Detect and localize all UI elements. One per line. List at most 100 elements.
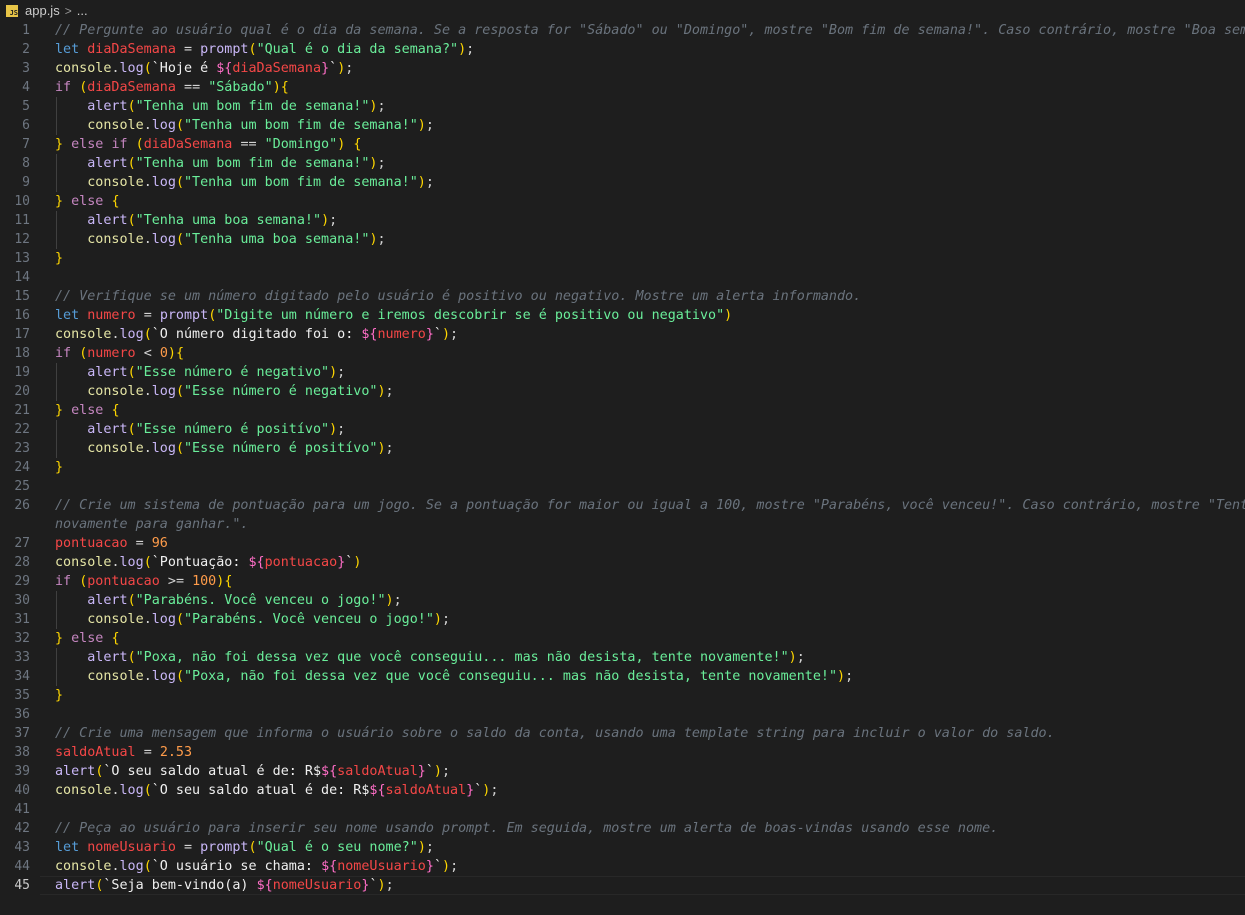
code-line[interactable]: 1 // Pergunte ao usuário qual é o dia da … [0,21,1245,40]
code-text[interactable]: // Peça ao usuário para inserir seu nome… [55,819,998,838]
code-line[interactable]: 16 let numero = prompt("Digite um número … [0,306,1245,325]
code-line[interactable]: 18 if (numero < 0){ [0,344,1245,363]
code-line[interactable]: 6 console.log("Tenha um bom fim de seman… [0,116,1245,135]
line-number: 4 [22,80,30,95]
code-line[interactable]: 23 console.log("Esse número é positívo")… [0,439,1245,458]
code-text[interactable]: alert("Tenha um bom fim de semana!"); [55,154,385,173]
code-line[interactable]: 19 alert("Esse número é negativo"); [0,363,1245,382]
code-text[interactable]: console.log(`Pontuação: ${pontuacao}`) [55,553,361,572]
code-text[interactable]: } else if (diaDaSemana == "Domingo") { [55,135,361,154]
code-text[interactable]: alert("Esse número é positívo"); [55,420,345,439]
code-line[interactable]: novamente para ganhar.". [0,515,1245,534]
code-line[interactable]: 3 console.log(`Hoje é ${diaDaSemana}`); [0,59,1245,78]
code-text[interactable]: saldoAtual = 2.53 [55,743,192,762]
code-line[interactable]: 37 // Crie uma mensagem que informa o usu… [0,724,1245,743]
code-line[interactable]: 8 alert("Tenha um bom fim de semana!"); [0,154,1245,173]
code-text[interactable]: if (pontuacao >= 100){ [55,572,232,591]
code-line[interactable]: 24} [0,458,1245,477]
code-text[interactable]: // Verifique se um número digitado pelo … [55,287,861,306]
code-line[interactable]: 33 alert("Poxa, não foi dessa vez que vo… [0,648,1245,667]
code-text[interactable]: let nomeUsuario = prompt("Qual é o seu n… [55,838,434,857]
code-text[interactable]: alert(`Seja bem-vindo(a) ${nomeUsuario}`… [55,876,394,895]
line-number: 14 [14,270,30,285]
code-text[interactable]: } [55,458,63,477]
code-line[interactable]: 45 alert(`Seja bem-vindo(a) ${nomeUsuario… [0,876,1245,895]
code-line[interactable]: 39 alert(`O seu saldo atual é de: R$${sal… [0,762,1245,781]
code-text[interactable]: console.log("Esse número é negativo"); [55,382,393,401]
code-text[interactable]: let diaDaSemana = prompt("Qual é o dia d… [55,40,474,59]
code-text[interactable]: } [55,249,63,268]
code-text[interactable]: console.log("Esse número é positívo"); [55,439,393,458]
code-text[interactable]: console.log("Parabéns. Você venceu o jog… [55,610,450,629]
code-line[interactable]: 30 alert("Parabéns. Você venceu o jogo!"… [0,591,1245,610]
line-number: 20 [14,384,30,399]
code-line[interactable]: 32} else { [0,629,1245,648]
code-line[interactable]: 28 console.log(`Pontuação: ${pontuacao}`) [0,553,1245,572]
code-line[interactable]: 27 pontuacao = 96 [0,534,1245,553]
code-line[interactable]: 29 if (pontuacao >= 100){ [0,572,1245,591]
code-text[interactable]: pontuacao = 96 [55,534,168,553]
code-text[interactable]: console.log("Tenha um bom fim de semana!… [55,116,434,135]
code-text[interactable]: let numero = prompt("Digite um número e … [55,306,732,325]
line-number: 15 [14,289,30,304]
code-line[interactable]: 44 console.log(`O usuário se chama: ${nom… [0,857,1245,876]
code-line[interactable]: 17 console.log(`O número digitado foi o: … [0,325,1245,344]
code-text[interactable]: // Pergunte ao usuário qual é o dia da s… [55,21,1245,40]
code-text[interactable]: alert(`O seu saldo atual é de: R$${saldo… [55,762,450,781]
code-line[interactable]: 26 // Crie um sistema de pontuação para u… [0,496,1245,515]
code-line[interactable]: 4 if (diaDaSemana == "Sábado"){ [0,78,1245,97]
code-line[interactable]: 20 console.log("Esse número é negativo")… [0,382,1245,401]
code-text[interactable]: if (diaDaSemana == "Sábado"){ [55,78,289,97]
code-line[interactable]: 15 // Verifique se um número digitado pel… [0,287,1245,306]
code-line[interactable]: 5 alert("Tenha um bom fim de semana!"); [0,97,1245,116]
code-text[interactable]: } else { [55,401,120,420]
code-text[interactable]: console.log(`O seu saldo atual é de: R$$… [55,781,498,800]
code-text[interactable]: console.log(`O usuário se chama: ${nomeU… [55,857,458,876]
code-text[interactable]: console.log("Tenha uma boa semana!"); [55,230,385,249]
code-text[interactable]: if (numero < 0){ [55,344,184,363]
code-line[interactable]: 43 let nomeUsuario = prompt("Qual é o seu… [0,838,1245,857]
code-text[interactable]: alert("Esse número é negativo"); [55,363,345,382]
code-line[interactable]: 10} else { [0,192,1245,211]
line-number: 8 [22,156,30,171]
code-line[interactable]: 2 let diaDaSemana = prompt("Qual é o dia … [0,40,1245,59]
code-text[interactable]: console.log(`O número digitado foi o: ${… [55,325,458,344]
javascript-file-icon: JS [6,4,18,17]
code-text[interactable]: console.log("Poxa, não foi dessa vez que… [55,667,853,686]
code-line[interactable]: 13} [0,249,1245,268]
code-line[interactable]: 34 console.log("Poxa, não foi dessa vez … [0,667,1245,686]
code-line[interactable]: 11 alert("Tenha uma boa semana!"); [0,211,1245,230]
breadcrumb-file[interactable]: app.js [25,3,60,18]
code-text[interactable]: alert("Tenha uma boa semana!"); [55,211,337,230]
line-number: 33 [14,650,30,665]
code-line[interactable]: 31 console.log("Parabéns. Você venceu o … [0,610,1245,629]
code-text[interactable]: novamente para ganhar.". [55,515,248,534]
code-text[interactable]: alert("Poxa, não foi dessa vez que você … [55,648,805,667]
code-line[interactable]: 7} else if (diaDaSemana == "Domingo") { [0,135,1245,154]
code-line[interactable]: 36 [0,705,1245,724]
code-line[interactable]: 35} [0,686,1245,705]
code-editor[interactable]: 1 // Pergunte ao usuário qual é o dia da … [0,21,1245,915]
code-text[interactable]: alert("Tenha um bom fim de semana!"); [55,97,385,116]
breadcrumb-more[interactable]: ... [77,3,88,18]
code-text[interactable]: console.log(`Hoje é ${diaDaSemana}`); [55,59,353,78]
code-line[interactable]: 41 [0,800,1245,819]
code-line[interactable]: 25 [0,477,1245,496]
code-text[interactable]: } else { [55,629,120,648]
line-number: 22 [14,422,30,437]
code-line[interactable]: 9 console.log("Tenha um bom fim de seman… [0,173,1245,192]
code-text[interactable]: } [55,686,63,705]
code-text[interactable]: console.log("Tenha um bom fim de semana!… [55,173,434,192]
code-text[interactable]: // Crie um sistema de pontuação para um … [55,496,1245,515]
code-line[interactable]: 22 alert("Esse número é positívo"); [0,420,1245,439]
code-text[interactable]: // Crie uma mensagem que informa o usuár… [55,724,1055,743]
code-text[interactable]: alert("Parabéns. Você venceu o jogo!"); [55,591,401,610]
code-line[interactable]: 14 [0,268,1245,287]
code-line[interactable]: 38 saldoAtual = 2.53 [0,743,1245,762]
code-line[interactable]: 12 console.log("Tenha uma boa semana!"); [0,230,1245,249]
code-line[interactable]: 42 // Peça ao usuário para inserir seu no… [0,819,1245,838]
code-line[interactable]: 40 console.log(`O seu saldo atual é de: R… [0,781,1245,800]
line-number: 44 [14,859,30,874]
code-line[interactable]: 21} else { [0,401,1245,420]
code-text[interactable]: } else { [55,192,120,211]
